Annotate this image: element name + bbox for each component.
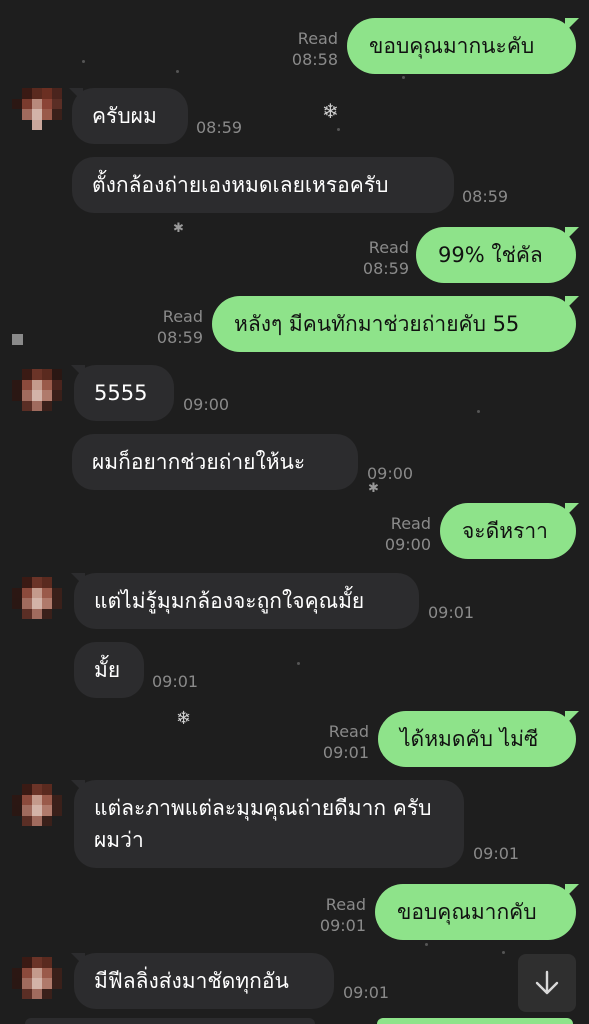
partial-outgoing-bubble [377, 1018, 573, 1024]
message-time: 09:01 [152, 672, 199, 691]
message-meta: Read 09:01 [323, 721, 369, 763]
read-status: Read [328, 722, 369, 741]
message-row: แต่ละภาพแต่ละมุมคุณถ่ายดีมาก ครับผมว่า 0… [0, 780, 589, 868]
avatar[interactable] [12, 369, 62, 411]
message-bubble[interactable]: ครับผม [72, 88, 188, 144]
avatar[interactable] [12, 88, 62, 130]
message-bubble[interactable]: ขอบคุณมากคับ [375, 884, 576, 940]
message-row: Read 08:58 ขอบคุณมากนะคับ [0, 18, 589, 74]
message-row: ผมก็อยากช่วยถ่ายให้นะ 09:00 [0, 434, 589, 490]
message-time: 09:00 [384, 535, 431, 554]
read-status: Read [390, 514, 431, 533]
message-bubble[interactable]: จะดีหราา [440, 503, 576, 559]
message-meta: Read 08:59 [157, 306, 203, 348]
message-time: 08:59 [462, 187, 509, 206]
message-row: ตั้งกล้องถ่ายเองหมดเลยเหรอครับ 08:59 [0, 157, 589, 213]
avatar[interactable] [12, 784, 62, 826]
arrow-down-icon [535, 970, 559, 995]
message-bubble[interactable]: 99% ใช่คัล [416, 227, 576, 283]
message-bubble[interactable]: ขอบคุณมากนะคับ [347, 18, 576, 74]
sparkle-dot [402, 76, 405, 79]
message-row: Read 08:59 หลังๆ มีคนทักมาช่วยถ่ายคับ 55 [0, 296, 589, 352]
read-status: Read [325, 895, 366, 914]
avatar[interactable] [12, 957, 62, 999]
message-bubble[interactable]: หลังๆ มีคนทักมาช่วยถ่ายคับ 55 [212, 296, 576, 352]
message-row: Read 09:01 ได้หมดคับ ไม่ซี [0, 711, 589, 767]
message-bubble[interactable]: ได้หมดคับ ไม่ซี [378, 711, 576, 767]
avatar[interactable] [12, 577, 62, 619]
message-time: 09:01 [428, 603, 475, 622]
message-row: มีฟีลลิ่งส่งมาชัดทุกอัน 09:01 [0, 953, 589, 1009]
chat-area[interactable]: ❄ ✱ ✱ ❄ Read 08:58 ขอบคุณมากนะคับ ครับผม… [0, 0, 589, 1024]
message-bubble[interactable]: แต่ไม่รู้มุมกล้องจะถูกใจคุณมั้ย [74, 573, 419, 629]
message-meta: Read 08:59 [363, 237, 409, 279]
message-row: แต่ไม่รู้มุมกล้องจะถูกใจคุณมั้ย 09:01 [0, 573, 589, 629]
message-bubble[interactable]: แต่ละภาพแต่ละมุมคุณถ่ายดีมาก ครับผมว่า [74, 780, 464, 868]
message-row: Read 09:00 จะดีหราา [0, 503, 589, 559]
message-row: 5555 09:00 [0, 365, 589, 421]
message-bubble[interactable]: ตั้งกล้องถ่ายเองหมดเลยเหรอครับ [72, 157, 454, 213]
message-meta: Read 09:01 [320, 894, 366, 936]
message-time: 08:59 [156, 328, 203, 347]
message-meta: Read 08:58 [292, 28, 338, 70]
message-bubble[interactable]: 5555 [74, 365, 174, 421]
message-row: มั้ย 09:01 [0, 642, 589, 698]
message-time: 09:01 [343, 983, 390, 1002]
message-bubble[interactable]: มีฟีลลิ่งส่งมาชัดทุกอัน [74, 953, 334, 1009]
message-row: Read 08:59 99% ใช่คัล [0, 227, 589, 283]
message-time: 09:01 [473, 844, 520, 863]
read-status: Read [297, 29, 338, 48]
read-status: Read [368, 238, 409, 257]
message-time: 09:01 [319, 916, 366, 935]
message-time: 09:01 [322, 743, 369, 762]
message-row: Read 09:01 ขอบคุณมากคับ [0, 884, 589, 940]
message-time: 09:00 [367, 464, 414, 483]
scroll-to-bottom-button[interactable] [518, 954, 576, 1012]
message-meta: Read 09:00 [385, 513, 431, 555]
message-time: 08:58 [291, 50, 338, 69]
message-time: 08:59 [196, 118, 243, 137]
sparkle-dot [425, 943, 428, 946]
partial-messages [0, 1018, 589, 1024]
message-bubble[interactable]: ผมก็อยากช่วยถ่ายให้นะ [72, 434, 358, 490]
message-time: 09:00 [183, 395, 230, 414]
partial-incoming-bubble [25, 1018, 315, 1024]
message-time: 08:59 [362, 259, 409, 278]
read-status: Read [162, 307, 203, 326]
message-row: ครับผม 08:59 [0, 88, 589, 144]
message-bubble[interactable]: มั้ย [74, 642, 144, 698]
